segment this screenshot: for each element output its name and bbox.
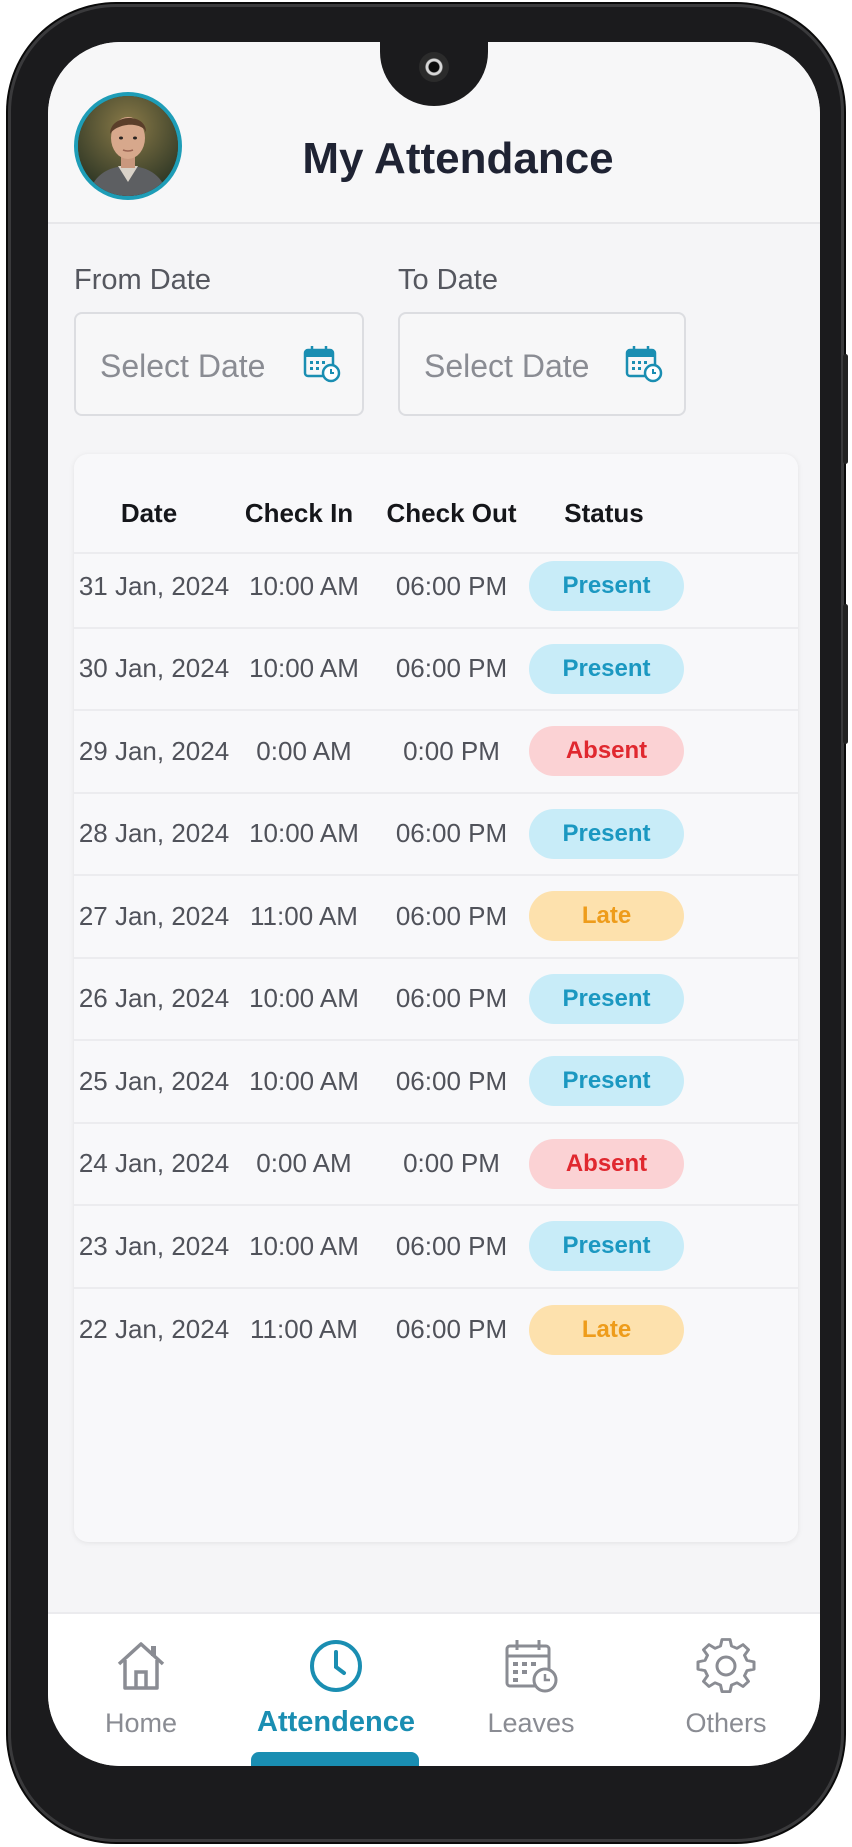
cell-check-out: 0:00 PM: [403, 735, 500, 766]
table-row[interactable]: 27 Jan, 2024 11:00 AM 06:00 PM Late: [74, 876, 798, 959]
cell-date: 23 Jan, 2024: [78, 1230, 230, 1261]
status-badge: Late: [529, 891, 684, 942]
cell-check-out: 0:00 PM: [403, 1148, 500, 1179]
to-date-placeholder: Select Date: [424, 348, 590, 384]
attendance-table: Date Check In Check Out Status 31 Jan, 2…: [74, 454, 798, 1542]
nav-item-others[interactable]: Others: [641, 1614, 811, 1766]
to-date-label: To Date: [398, 264, 498, 296]
cell-status: Present: [529, 794, 684, 875]
power-button: [843, 604, 848, 744]
cell-date: 28 Jan, 2024: [78, 818, 230, 849]
camera-icon: [419, 52, 449, 82]
cell-date: 26 Jan, 2024: [78, 983, 230, 1014]
cell-date: 25 Jan, 2024: [78, 1065, 230, 1096]
column-header-status: Status: [564, 498, 644, 528]
to-date-field[interactable]: Select Date: [398, 312, 686, 416]
column-header-check-out: Check Out: [386, 498, 517, 528]
cell-date: 24 Jan, 2024: [78, 1148, 230, 1179]
phone-frame: My Attendance From Date To Date Select D…: [8, 4, 848, 1842]
table-row[interactable]: 28 Jan, 2024 10:00 AM 06:00 PM Present: [74, 794, 798, 876]
status-badge: Present: [529, 643, 684, 694]
cell-check-out: 06:00 PM: [395, 1065, 508, 1096]
cell-check-out: 06:00 PM: [395, 900, 508, 931]
nav-label-attendence: Attendence: [257, 1706, 415, 1738]
active-tab-indicator: [251, 1752, 419, 1766]
bottom-nav: Home Attendence Leaves Others: [48, 1612, 820, 1766]
clock-icon: [310, 1640, 362, 1692]
cell-date: 22 Jan, 2024: [78, 1314, 230, 1345]
status-badge: Present: [529, 1221, 684, 1272]
from-date-field[interactable]: Select Date: [74, 312, 364, 416]
status-badge: Present: [529, 561, 684, 612]
cell-check-in: 0:00 AM: [256, 1148, 352, 1179]
status-badge: Present: [529, 973, 684, 1024]
cell-status: Late: [529, 1289, 684, 1372]
cell-check-in: 11:00 AM: [250, 900, 358, 931]
table-row[interactable]: 29 Jan, 2024 0:00 AM 0:00 PM Absent: [74, 711, 798, 794]
cell-check-in: 10:00 AM: [249, 1230, 359, 1261]
from-date-placeholder: Select Date: [100, 348, 266, 384]
page-title: My Attendance: [302, 134, 614, 183]
table-row[interactable]: 22 Jan, 2024 11:00 AM 06:00 PM Late: [74, 1289, 798, 1372]
nav-item-home[interactable]: Home: [56, 1614, 226, 1766]
cell-check-out: 06:00 PM: [395, 570, 508, 601]
cell-date: 29 Jan, 2024: [78, 735, 230, 766]
screen: My Attendance From Date To Date Select D…: [48, 42, 820, 1766]
status-badge: Late: [529, 1304, 684, 1355]
cell-date: 30 Jan, 2024: [78, 653, 230, 684]
table-row[interactable]: 23 Jan, 2024 10:00 AM 06:00 PM Present: [74, 1206, 798, 1289]
column-header-date: Date: [120, 498, 178, 528]
nav-item-attendence[interactable]: Attendence: [251, 1614, 421, 1766]
cell-status: Absent: [529, 711, 684, 792]
home-icon: [117, 1642, 165, 1690]
calendar-icon: [505, 1640, 558, 1693]
cell-check-in: 10:00 AM: [249, 570, 359, 601]
table-header: Date Check In Check Out Status: [74, 454, 798, 554]
cell-check-in: 10:00 AM: [249, 818, 359, 849]
table-row[interactable]: 26 Jan, 2024 10:00 AM 06:00 PM Present: [74, 959, 798, 1041]
cell-check-in: 10:00 AM: [249, 983, 359, 1014]
cell-check-out: 06:00 PM: [395, 818, 508, 849]
cell-status: Absent: [529, 1124, 684, 1205]
nav-label-leaves: Leaves: [487, 1708, 575, 1738]
cell-check-in: 11:00 AM: [250, 1314, 358, 1345]
cell-check-out: 06:00 PM: [395, 983, 508, 1014]
from-date-label: From Date: [74, 264, 211, 296]
nav-label-home: Home: [104, 1708, 178, 1738]
cell-date: 27 Jan, 2024: [78, 900, 230, 931]
cell-status: Present: [529, 959, 684, 1040]
cell-date: 31 Jan, 2024: [78, 570, 230, 601]
status-badge: Absent: [529, 726, 684, 777]
cell-check-in: 0:00 AM: [256, 735, 352, 766]
table-row[interactable]: 25 Jan, 2024 10:00 AM 06:00 PM Present: [74, 1041, 798, 1124]
status-badge: Present: [529, 1056, 684, 1107]
cell-status: Present: [529, 629, 684, 710]
status-badge: Absent: [529, 1138, 684, 1189]
column-header-check-in: Check In: [244, 498, 354, 528]
cell-check-in: 10:00 AM: [249, 653, 359, 684]
cell-status: Present: [529, 1041, 684, 1122]
calendar-icon[interactable]: [302, 344, 342, 384]
cell-status: Late: [529, 876, 684, 957]
table-row[interactable]: 30 Jan, 2024 10:00 AM 06:00 PM Present: [74, 629, 798, 711]
cell-check-out: 06:00 PM: [395, 653, 508, 684]
cell-check-out: 06:00 PM: [395, 1314, 508, 1345]
volume-button: [843, 354, 848, 464]
table-row[interactable]: 31 Jan, 2024 10:00 AM 06:00 PM Present: [74, 546, 798, 629]
cell-status: Present: [529, 1206, 684, 1287]
cell-check-out: 06:00 PM: [395, 1230, 508, 1261]
gear-icon: [696, 1638, 756, 1693]
cell-status: Present: [529, 546, 684, 627]
calendar-icon[interactable]: [624, 344, 664, 384]
status-badge: Present: [529, 808, 684, 859]
nav-label-others: Others: [685, 1708, 767, 1738]
nav-item-leaves[interactable]: Leaves: [446, 1614, 616, 1766]
cell-check-in: 10:00 AM: [249, 1065, 359, 1096]
table-row[interactable]: 24 Jan, 2024 0:00 AM 0:00 PM Absent: [74, 1124, 798, 1206]
